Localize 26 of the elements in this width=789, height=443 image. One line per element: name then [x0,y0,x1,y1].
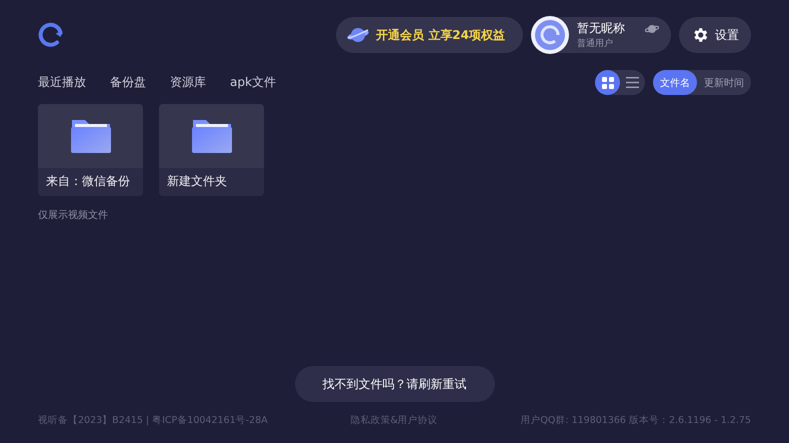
settings-button[interactable]: 设置 [679,17,751,53]
footer-text: 视听备【2023】B2415 | 粤ICP备10042161号-28A [38,414,268,427]
refresh-button[interactable]: 找不到文件吗？请刷新重试 [294,366,494,402]
user-profile-button[interactable]: 暂无昵称 普通用户 [531,17,671,53]
hint-text: 仅展示视频文件 [38,208,109,222]
list-icon [626,77,639,88]
grid-icon [602,76,614,88]
sort-option[interactable]: 更新时间 [697,70,751,95]
nickname: 暂无昵称 [577,20,625,37]
nav-tab[interactable]: 最近播放 [38,74,86,91]
nav-tab[interactable]: apk文件 [230,74,276,91]
avatar-icon [531,16,569,54]
nav-tab[interactable]: 资源库 [170,74,206,91]
folder-card[interactable]: 来自：微信备份 [38,104,143,196]
user-level: 普通用户 [577,37,613,50]
folder-icon [190,118,232,154]
sort-option[interactable]: 文件名 [653,70,697,95]
folder-card[interactable]: 新建文件夹 [159,104,264,196]
footer-text: 用户QQ群: 119801366 版本号：2.6.1196 - 1.2.75 [520,414,751,427]
nav-tab[interactable]: 备份盘 [110,74,146,91]
planet-icon [645,23,659,35]
logo-icon [38,22,64,48]
grid-view-button[interactable] [595,70,620,95]
folder-icon [70,118,112,154]
planet-icon [346,25,370,45]
vip-button[interactable]: 开通会员 立享24项权益 [336,17,523,53]
